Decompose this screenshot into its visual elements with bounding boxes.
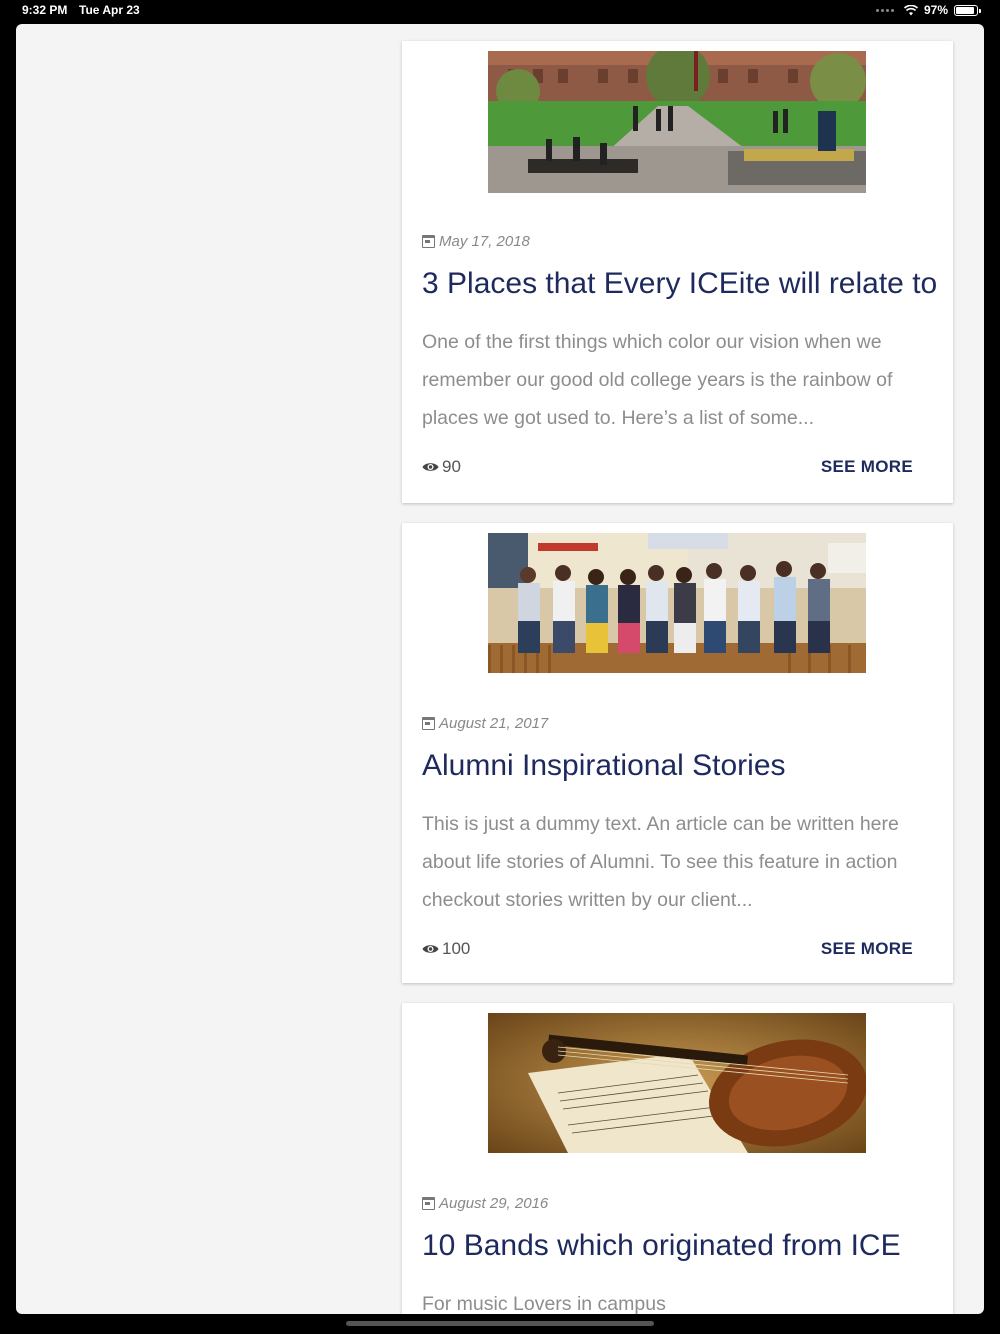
see-more-button[interactable]: SEE MORE <box>821 457 913 477</box>
post-date-text: August 21, 2017 <box>439 715 549 732</box>
post-title[interactable]: 3 Places that Every ICEite will relate t… <box>422 267 937 301</box>
post-date-text: May 17, 2018 <box>439 233 530 250</box>
battery-icon <box>954 4 981 16</box>
see-more-button[interactable]: SEE MORE <box>821 939 913 959</box>
view-count-value: 90 <box>442 457 461 476</box>
calendar-icon <box>422 1197 435 1210</box>
status-date: Tue Apr 23 <box>79 3 140 17</box>
app-screen: May 17, 2018 3 Places that Every ICEite … <box>16 24 984 1314</box>
wifi-icon <box>903 4 918 15</box>
home-indicator[interactable] <box>346 1321 654 1326</box>
eye-icon <box>422 463 439 471</box>
cellular-icon <box>875 8 894 12</box>
calendar-icon <box>422 235 435 248</box>
post-card[interactable]: May 17, 2018 3 Places that Every ICEite … <box>402 41 953 503</box>
post-image-violin <box>488 1013 866 1153</box>
status-time: 9:32 PM <box>22 3 68 17</box>
post-card[interactable]: August 21, 2017 Alumni Inspirational Sto… <box>402 523 953 983</box>
calendar-icon <box>422 717 435 730</box>
post-image-campus <box>488 51 866 193</box>
post-date: May 17, 2018 <box>422 233 530 250</box>
post-excerpt: For music Lovers in campus <box>422 1293 666 1314</box>
post-excerpt: This is just a dummy text. An article ca… <box>422 813 899 911</box>
post-card[interactable]: August 29, 2016 10 Bands which originate… <box>402 1003 953 1314</box>
status-bar: 9:32 PM Tue Apr 23 97% <box>0 0 1000 24</box>
battery-percent: 97% <box>923 3 948 17</box>
post-date-text: August 29, 2016 <box>439 1195 549 1212</box>
post-excerpt: One of the first things which color our … <box>422 331 893 429</box>
post-date: August 29, 2016 <box>422 1195 548 1212</box>
post-title[interactable]: Alumni Inspirational Stories <box>422 749 786 783</box>
post-date: August 21, 2017 <box>422 715 548 732</box>
eye-icon <box>422 945 439 953</box>
post-image-alumni <box>488 533 866 673</box>
post-title[interactable]: 10 Bands which originated from ICE <box>422 1229 901 1263</box>
view-count-value: 100 <box>442 939 471 958</box>
view-count: 90 <box>422 457 461 477</box>
view-count: 100 <box>422 939 470 959</box>
